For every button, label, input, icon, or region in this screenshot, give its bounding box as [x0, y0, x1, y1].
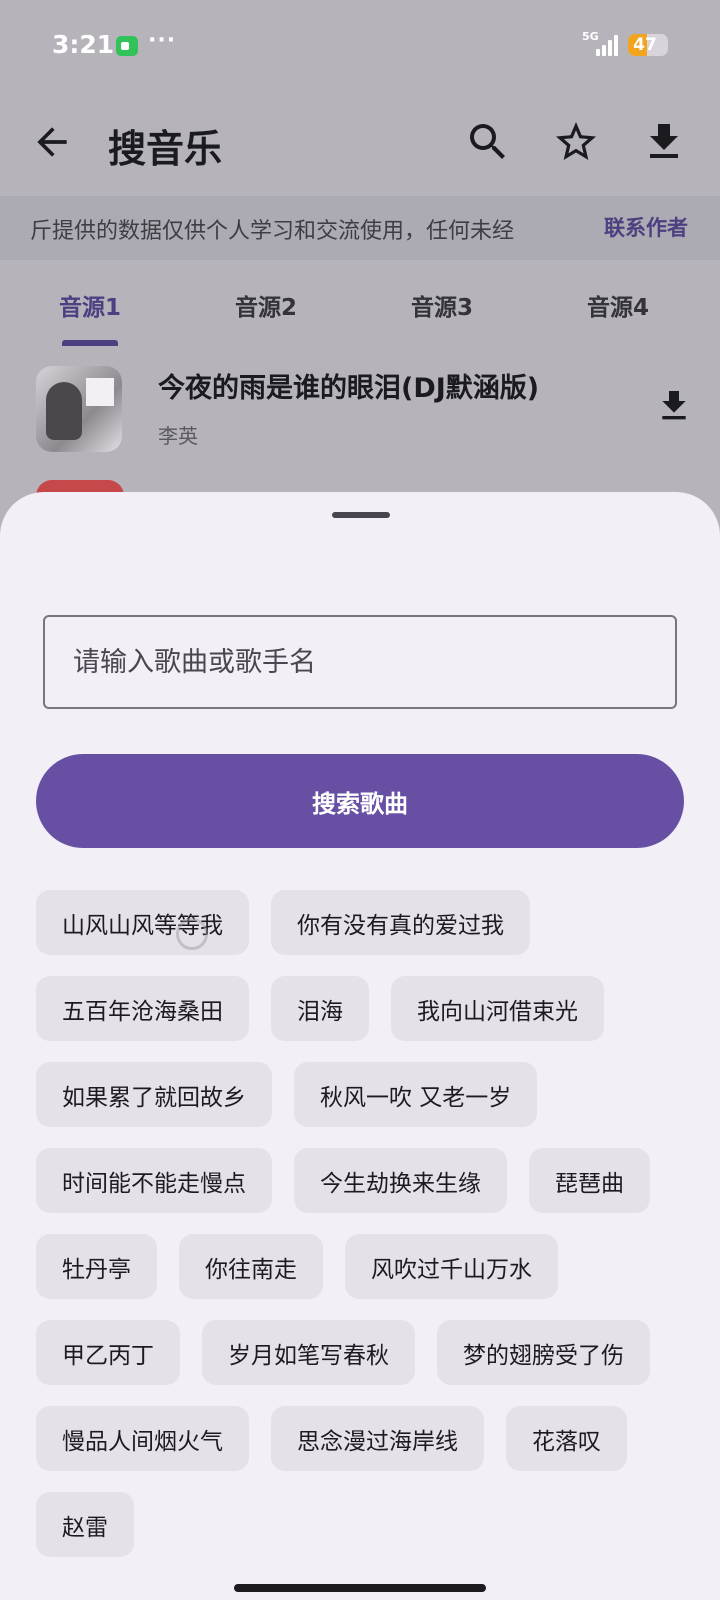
battery-percent: 47: [633, 35, 657, 55]
suggestion-chip[interactable]: 花落叹: [506, 1406, 627, 1471]
song-title: 今夜的雨是谁的眼泪(DJ默涵版): [158, 373, 540, 404]
tab-source-3[interactable]: 音源3: [352, 288, 532, 322]
status-more-icon: ···: [148, 28, 177, 53]
suggestion-chip[interactable]: 风吹过千山万水: [345, 1234, 558, 1299]
song-artist: 李英: [158, 424, 198, 448]
battery-icon: 47: [628, 34, 668, 56]
download-icon[interactable]: [640, 118, 688, 166]
song-list-item[interactable]: 今夜的雨是谁的眼泪(DJ默涵版) 李英: [0, 360, 720, 470]
suggestion-chip[interactable]: 赵雷: [36, 1492, 134, 1557]
search-icon[interactable]: [464, 118, 512, 166]
suggestion-chip[interactable]: 泪海: [271, 976, 369, 1041]
album-cover: [36, 366, 122, 452]
tab-source-2[interactable]: 音源2: [176, 288, 356, 322]
download-icon[interactable]: [654, 386, 694, 426]
star-icon[interactable]: [552, 118, 600, 166]
source-tabs: 音源1 音源2 音源3 音源4: [0, 272, 720, 348]
suggestion-chip[interactable]: 五百年沧海桑田: [36, 976, 249, 1041]
contact-author-link[interactable]: 联系作者: [604, 212, 688, 242]
suggestion-chip[interactable]: 琵琶曲: [529, 1148, 650, 1213]
suggestion-chip[interactable]: 今生劫换来生缘: [294, 1148, 507, 1213]
tab-source-4[interactable]: 音源4: [528, 288, 708, 322]
suggestion-chip[interactable]: 慢品人间烟火气: [36, 1406, 249, 1471]
home-indicator[interactable]: [234, 1584, 486, 1592]
disclaimer-text: 斤提供的数据仅供个人学习和交流使用，任何未经: [30, 219, 515, 244]
suggestion-chip[interactable]: 你有没有真的爱过我: [271, 890, 530, 955]
page-title: 搜音乐: [108, 127, 223, 171]
suggestion-chip[interactable]: 你往南走: [179, 1234, 323, 1299]
suggestion-chip[interactable]: 思念漫过海岸线: [271, 1406, 484, 1471]
suggestion-chip[interactable]: 如果累了就回故乡: [36, 1062, 272, 1127]
suggestion-chip[interactable]: 牡丹亭: [36, 1234, 157, 1299]
search-input[interactable]: [43, 615, 677, 709]
suggestion-chip[interactable]: 岁月如笔写春秋: [202, 1320, 415, 1385]
suggestion-chip[interactable]: 甲乙丙丁: [36, 1320, 180, 1385]
status-time: 3:21: [52, 30, 115, 59]
suggestion-chips: 山风山风等等我 你有没有真的爱过我 五百年沧海桑田 泪海 我向山河借束光如果累了就回故乡…: [36, 890, 686, 1557]
search-song-button[interactable]: 搜索歌曲: [36, 754, 684, 848]
tab-indicator: [62, 340, 118, 346]
disclaimer-banner: 斤提供的数据仅供个人学习和交流使用，任何未经 联系作者: [0, 196, 720, 260]
facetime-icon: [116, 36, 138, 56]
tab-source-1[interactable]: 音源1: [0, 288, 180, 322]
drag-handle[interactable]: [332, 512, 390, 518]
suggestion-chip[interactable]: 我向山河借束光: [391, 976, 604, 1041]
search-bottom-sheet: 搜索歌曲 山风山风等等我你有没有真的爱过我五百年沧海桑田泪海我向山河借束光如果累…: [0, 492, 720, 1600]
touch-ripple: [176, 918, 208, 950]
suggestion-chip[interactable]: 时间能不能走慢点: [36, 1148, 272, 1213]
suggestion-chip[interactable]: 梦的翅膀受了伤: [437, 1320, 650, 1385]
signal-icon: [596, 34, 620, 56]
status-bar: 3:21 ··· 5G 47: [0, 0, 720, 92]
app-bar: 搜音乐: [0, 92, 720, 196]
arrow-back-icon[interactable]: [30, 120, 74, 164]
suggestion-chip[interactable]: 秋风一吹 又老一岁: [294, 1062, 538, 1127]
suggestion-chip[interactable]: 山风山风等等我: [36, 890, 249, 955]
